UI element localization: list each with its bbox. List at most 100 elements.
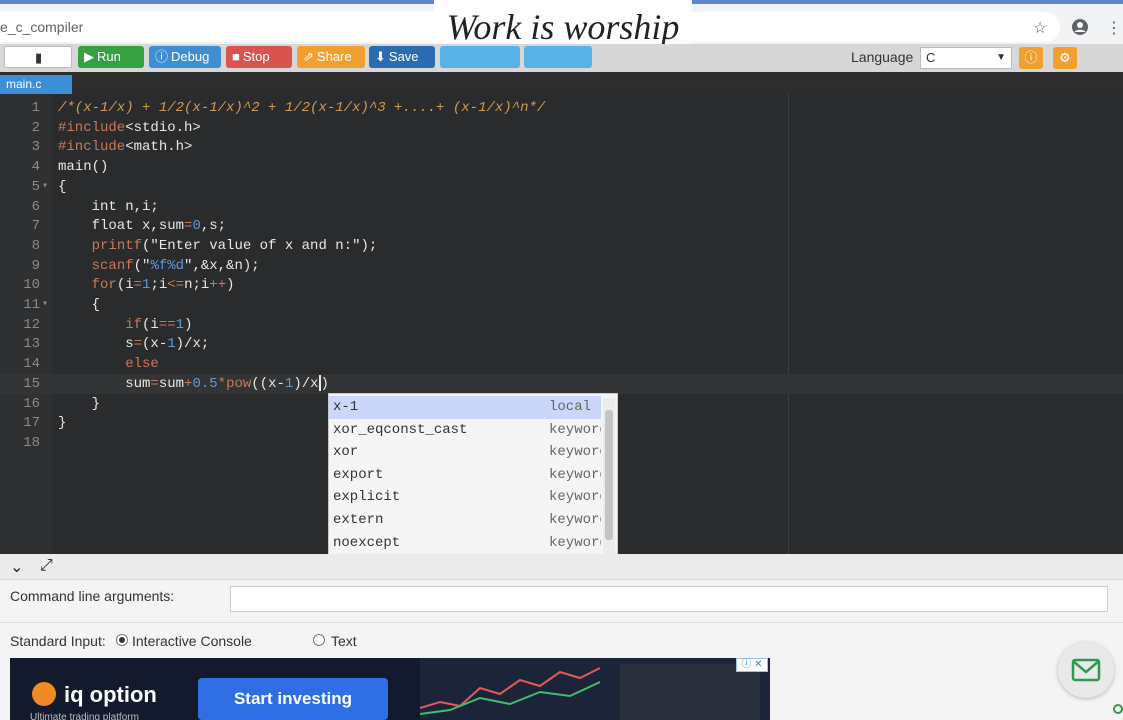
text-radio[interactable] [313, 634, 325, 646]
code-text: /*(x-1/x) + 1/2(x-1/x)^2 + 1/2(x-1/x)^3 … [58, 100, 546, 116]
code-line[interactable]: 3 #include<math.h> [0, 137, 1123, 157]
autocomplete-scrollbar[interactable] [603, 398, 615, 570]
new-file-button[interactable]: ▮ [4, 46, 72, 68]
autocomplete-item-meta: keyword [549, 534, 601, 551]
language-value: C [926, 50, 936, 65]
code-line[interactable]: 13 s=(x-1)/x; [0, 334, 1123, 354]
share-button[interactable]: ⇗ Share [297, 46, 365, 68]
code-line[interactable]: 14 else [0, 354, 1123, 374]
share-icon: ⇗ [303, 49, 314, 64]
autocomplete-item-meta: keyword [549, 421, 601, 438]
command-line-args-label: Command line arguments: [10, 588, 175, 604]
code-text: float x,sum=0,s; [58, 218, 227, 235]
star-icon[interactable]: ☆ [1030, 18, 1050, 38]
app-root: e_c_compiler ☆ ⋮ Work is worship ▮ ▶ Run … [0, 0, 1123, 720]
autocomplete-item[interactable]: explicit keyword [329, 486, 601, 509]
code-text: #include<stdio.h> [58, 119, 201, 136]
code-line[interactable]: 8 printf("Enter value of x and n:"); [0, 236, 1123, 256]
language-select[interactable]: C ▼ [920, 47, 1012, 69]
beautify-button[interactable] [440, 46, 520, 68]
line-number: 11 [23, 297, 40, 313]
code-text: int n,i; [58, 198, 159, 215]
autocomplete-item[interactable]: noexcept keyword [329, 532, 601, 555]
gear-icon: ⚙ [1059, 50, 1071, 65]
line-number: 13 [23, 336, 40, 353]
run-button[interactable]: ▶ Run [78, 46, 144, 68]
debug-button[interactable]: ⓘ Debug [149, 46, 221, 68]
url-text[interactable]: e_c_compiler [0, 19, 83, 35]
line-number: 1 [31, 100, 40, 116]
line-number: 10 [23, 277, 40, 294]
autocomplete-item-name: xor [333, 444, 359, 461]
line-number: 14 [23, 356, 40, 373]
autocomplete-item[interactable]: export keyword [329, 464, 601, 487]
autocomplete-item[interactable]: extern keyword [329, 509, 601, 532]
autocomplete-item-name: export [333, 466, 384, 483]
line-number: 12 [23, 316, 40, 333]
line-number: 18 [23, 434, 40, 451]
debug-icon: ⓘ [155, 49, 169, 64]
collapse-icon[interactable]: ⌄ [10, 557, 23, 577]
interactive-console-radio[interactable] [116, 634, 128, 646]
kebab-menu-icon[interactable]: ⋮ [1104, 18, 1123, 38]
start-investing-button[interactable]: Start investing [198, 678, 388, 720]
command-line-args-input[interactable] [230, 586, 1108, 612]
code-line[interactable]: 12 if(i==1) [0, 315, 1123, 335]
code-line[interactable]: 9 scanf("%f%d",&x,&n); [0, 256, 1123, 276]
ad-brand: iq option [64, 682, 157, 707]
expand-icon[interactable]: ⤢ [40, 557, 53, 575]
code-line[interactable]: 1 /*(x-1/x) + 1/2(x-1/x)^2 + 1/2(x-1/x)^3… [0, 98, 1123, 118]
autocomplete-item[interactable]: xor keyword [329, 441, 601, 464]
line-number: 16 [23, 395, 40, 412]
ad-tagline: Ultimate trading platform [30, 712, 139, 720]
ad-banner[interactable]: iq option Ultimate trading platform Star… [10, 658, 770, 720]
code-text: sum=sum+0.5*pow((x-1)/x) [58, 375, 329, 392]
code-text: { [58, 297, 101, 313]
io-panel-bar: ⌄ ⤢ [0, 554, 1123, 580]
code-text: } [58, 415, 67, 432]
line-number: 2 [31, 119, 40, 136]
code-line[interactable]: 10 for(i=1;i<=n;i++) [0, 275, 1123, 295]
code-text: if(i==1) [125, 316, 193, 333]
info-icon: ⓘ [1024, 50, 1038, 65]
autocomplete-popup[interactable]: x-1localxor_eqconst_castkeywordxorkeywor… [328, 393, 618, 575]
line-number: 7 [31, 218, 40, 235]
code-line[interactable]: 6 int n,i; [0, 197, 1123, 217]
info-button[interactable]: ⓘ [1019, 47, 1043, 69]
feedback-button[interactable] [1058, 642, 1114, 698]
code-line[interactable]: 4 main() [0, 157, 1123, 177]
mail-icon [1071, 658, 1101, 682]
save-button[interactable]: ⬇ Save [369, 46, 435, 68]
code-line[interactable]: 5 ▾ { [0, 177, 1123, 197]
autocomplete-item-meta: local [549, 399, 592, 415]
line-number: 4 [31, 159, 40, 176]
code-line[interactable]: 2 #include<stdio.h> [0, 118, 1123, 138]
line-number: 17 [23, 415, 40, 432]
line-number: 5 [31, 178, 40, 195]
ad-chart-image [420, 658, 770, 720]
autocomplete-item[interactable]: xor_eqconst_cast keyword [329, 419, 601, 442]
autocomplete-item-name: explicit [333, 489, 401, 506]
tab-main-c[interactable]: main.c [0, 75, 72, 94]
scroll-thumb[interactable] [605, 410, 613, 540]
autocomplete-item[interactable]: x-1 local [329, 396, 601, 419]
code-text: #include<math.h> [58, 139, 193, 156]
code-line[interactable]: 15 sum=sum+0.5*pow((x-1)/x) [0, 373, 1123, 394]
fold-toggle-icon[interactable]: ▾ [42, 177, 48, 197]
stop-button[interactable]: ■ Stop [226, 46, 292, 68]
account-circle-icon[interactable] [1070, 18, 1090, 41]
settings-button[interactable]: ⚙ [1053, 47, 1077, 69]
autocomplete-item-meta: keyword [549, 466, 601, 483]
save-icon: ⬇ [375, 49, 386, 64]
download-button[interactable] [524, 46, 592, 68]
io-panel: ⌄ ⤢ Command line arguments: Standard Inp… [0, 554, 1123, 720]
line-number: 15 [23, 375, 40, 392]
code-line[interactable]: 11 ▾ { [0, 295, 1123, 315]
fold-toggle-icon[interactable]: ▾ [42, 295, 48, 315]
chevron-down-icon: ▼ [996, 52, 1006, 63]
ad-close-button[interactable]: ⓘ ✕ [736, 658, 768, 672]
line-number: 9 [31, 257, 40, 274]
stop-icon: ■ [232, 49, 240, 64]
interactive-console-label: Interactive Console [132, 633, 252, 649]
code-line[interactable]: 7 float x,sum=0,s; [0, 216, 1123, 236]
